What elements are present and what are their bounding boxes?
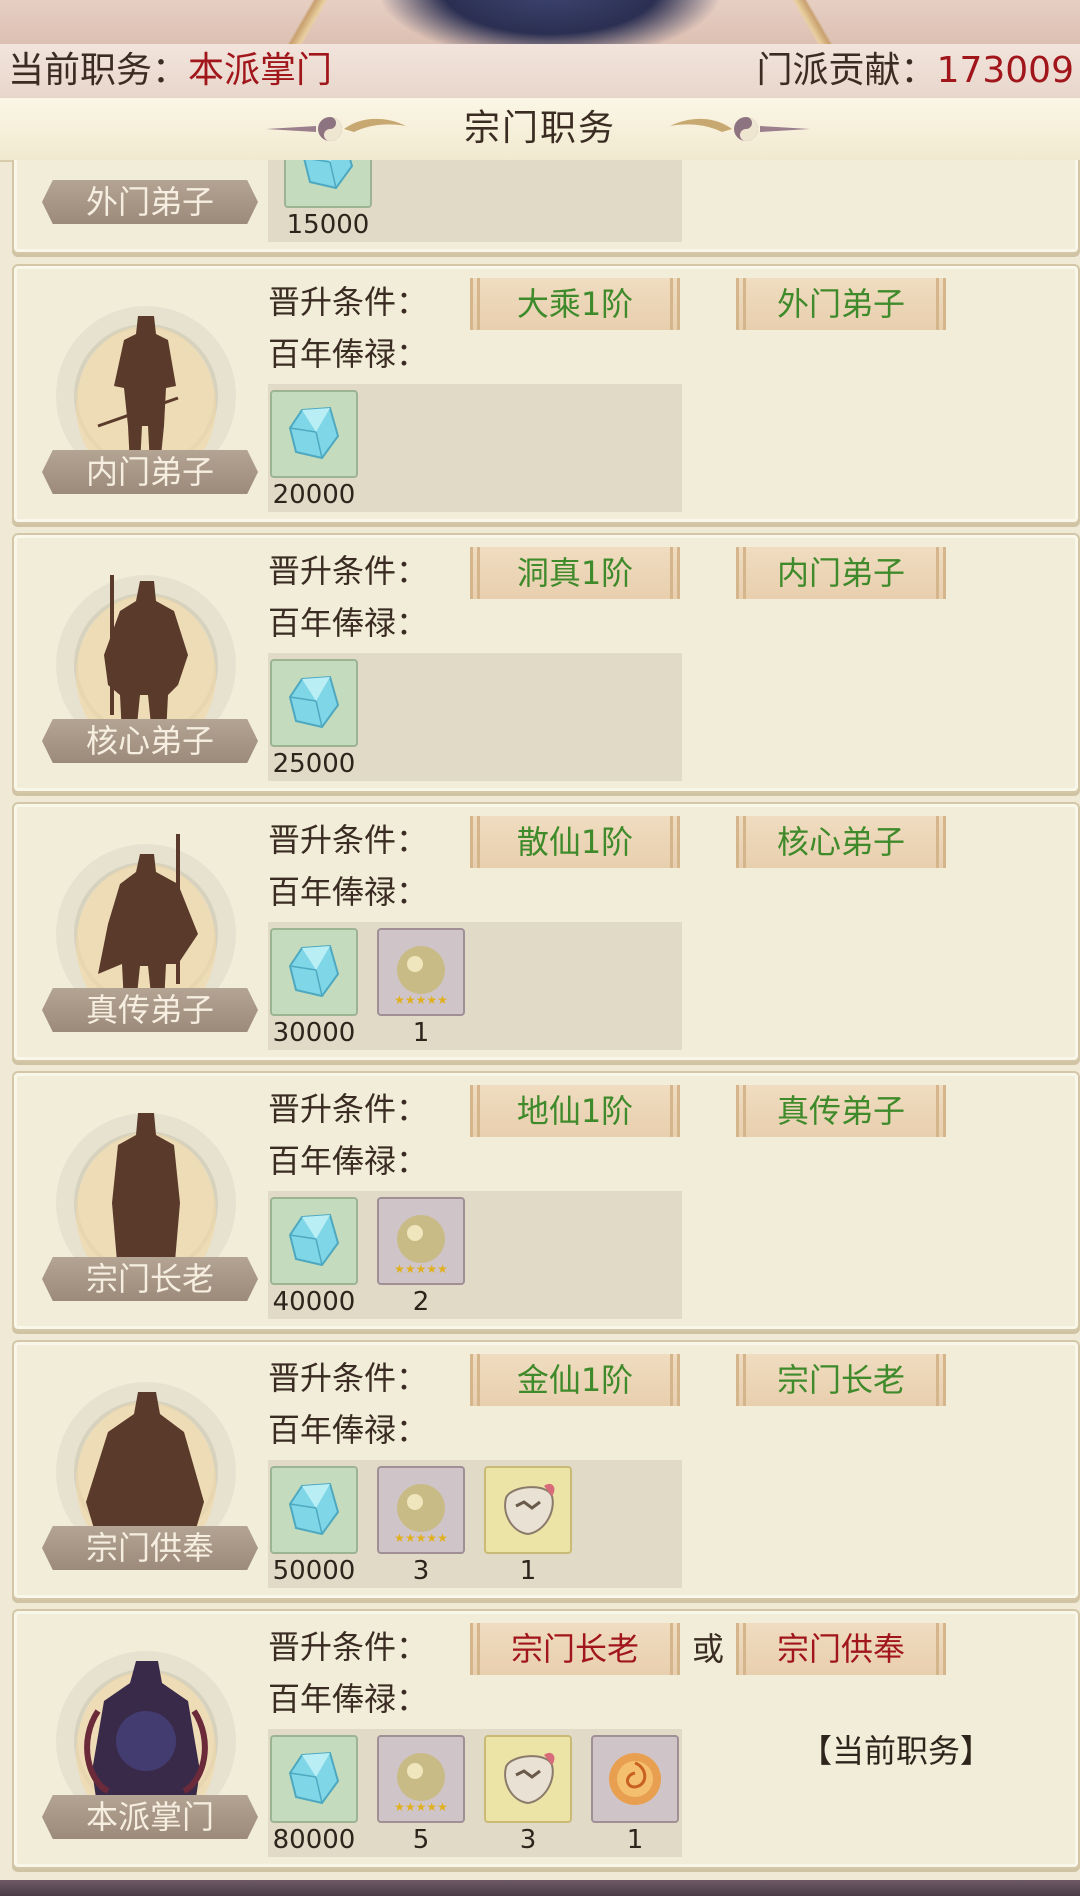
- reward-quantity: 40000: [272, 1287, 356, 1317]
- page-title: 宗门职务: [463, 108, 616, 149]
- scroll-decoration-right: [740, 0, 870, 46]
- contribution-label: 门派贡献：: [756, 50, 937, 91]
- reward-quantity: 50000: [272, 1556, 356, 1586]
- promotion-condition-label: 晋升条件：: [268, 1628, 429, 1666]
- blue-crystal-icon[interactable]: [284, 160, 372, 208]
- rank-name: 真传弟子: [85, 991, 214, 1029]
- star-orb-icon[interactable]: ★★★★★: [377, 928, 465, 1016]
- promotion-condition-label: 晋升条件：: [268, 1359, 429, 1397]
- current-position-label: 当前职务：: [8, 50, 189, 91]
- reward-area: 80000 ★★★★★ 5 3 1: [268, 1729, 682, 1857]
- rank-card-sect-master[interactable]: 本派掌门 晋升条件： 宗门长老 或 宗门供奉 百年俸禄： 80000 ★★★★★…: [12, 1609, 1080, 1869]
- rank-name: 内门弟子: [85, 453, 214, 491]
- rank-list[interactable]: 外门弟子 15000 内门弟子 晋升条件： 大乘1阶 外门弟子 百年俸禄： 20…: [0, 160, 1080, 1896]
- promotion-condition-label: 晋升条件：: [268, 283, 429, 321]
- blue-crystal-icon[interactable]: [270, 659, 358, 747]
- sect-contribution: 门派贡献：173009: [757, 44, 1074, 98]
- scroll-decoration-left: [250, 0, 380, 46]
- star-orb-icon[interactable]: ★★★★★: [377, 1197, 465, 1285]
- reward-quantity: 1: [626, 1825, 644, 1855]
- blue-crystal-icon[interactable]: [270, 1466, 358, 1554]
- rank-card-sect-patron[interactable]: 宗门供奉 晋升条件： 金仙1阶 宗门长老 百年俸禄： 50000 ★★★★★ 3…: [12, 1340, 1080, 1600]
- salary-label: 百年俸禄：: [268, 1411, 429, 1449]
- reward-area: 20000: [268, 384, 682, 512]
- salary-label: 百年俸禄：: [268, 335, 429, 373]
- rank-name: 宗门供奉: [85, 1529, 214, 1567]
- title-bar: 宗门职务: [0, 98, 1080, 162]
- salary-label: 百年俸禄：: [268, 1680, 429, 1718]
- star-orb-icon[interactable]: ★★★★★: [377, 1466, 465, 1554]
- reward-quantity: 15000: [286, 210, 370, 240]
- salary-label: 百年俸禄：: [268, 1142, 429, 1180]
- svg-text:★★★★★: ★★★★★: [394, 1262, 448, 1276]
- beast-badge-icon[interactable]: [484, 1735, 572, 1823]
- condition-rank-tag: 真传弟子: [736, 1085, 946, 1137]
- rank-card-inner-disciple[interactable]: 内门弟子 晋升条件： 大乘1阶 外门弟子 百年俸禄： 20000: [12, 264, 1080, 524]
- salary-label: 百年俸禄：: [268, 604, 429, 642]
- reward-quantity: 3: [519, 1825, 537, 1855]
- blue-crystal-icon[interactable]: [270, 1735, 358, 1823]
- header-artwork: [0, 0, 1080, 46]
- current-position-indicator: 【当前职务】: [800, 1732, 993, 1770]
- reward-quantity: 1: [519, 1556, 537, 1586]
- beast-badge-icon[interactable]: [484, 1466, 572, 1554]
- reward-quantity: 1: [412, 1018, 430, 1048]
- bottom-border: [0, 1880, 1080, 1896]
- reward-quantity: 30000: [272, 1018, 356, 1048]
- condition-realm-tag: 金仙1阶: [470, 1354, 680, 1406]
- blue-crystal-icon[interactable]: [270, 1197, 358, 1285]
- rank-card-sect-elder[interactable]: 宗门长老 晋升条件： 地仙1阶 真传弟子 百年俸禄： 40000 ★★★★★ 2: [12, 1071, 1080, 1331]
- promotion-condition-label: 晋升条件：: [268, 1090, 429, 1128]
- condition-rank-tag: 宗门长老: [736, 1354, 946, 1406]
- blue-crystal-icon[interactable]: [270, 928, 358, 1016]
- blue-crystal-icon[interactable]: [270, 390, 358, 478]
- reward-area: 30000 ★★★★★ 1: [268, 922, 682, 1050]
- reward-quantity: 80000: [272, 1825, 356, 1855]
- svg-text:★★★★★: ★★★★★: [394, 993, 448, 1007]
- info-bar: 当前职务：本派掌门 门派贡献：173009: [0, 44, 1080, 100]
- svg-text:★★★★★: ★★★★★: [394, 1800, 448, 1814]
- reward-area: 40000 ★★★★★ 2: [268, 1191, 682, 1319]
- rank-name: 外门弟子: [85, 183, 214, 221]
- reward-quantity: 2: [412, 1287, 430, 1317]
- condition-rank-tag: 核心弟子: [736, 816, 946, 868]
- condition-rank-tag: 宗门长老: [470, 1623, 680, 1675]
- star-orb-icon[interactable]: ★★★★★: [377, 1735, 465, 1823]
- flame-orb-icon[interactable]: [591, 1735, 679, 1823]
- reward-quantity: 3: [412, 1556, 430, 1586]
- condition-realm-tag: 大乘1阶: [470, 278, 680, 330]
- current-position: 当前职务：本派掌门: [8, 44, 332, 98]
- character-artwork: [380, 0, 720, 46]
- reward-quantity: 25000: [272, 749, 356, 779]
- yin-yang-ornament-right-icon: [670, 117, 810, 141]
- reward-area: 25000: [268, 653, 682, 781]
- rank-card-core-disciple[interactable]: 核心弟子 晋升条件： 洞真1阶 内门弟子 百年俸禄： 25000: [12, 533, 1080, 793]
- rank-card-true-disciple[interactable]: 真传弟子 晋升条件： 散仙1阶 核心弟子 百年俸禄： 30000 ★★★★★ 1: [12, 802, 1080, 1062]
- rank-name: 宗门长老: [85, 1260, 214, 1298]
- or-label: 或: [692, 1630, 725, 1668]
- condition-realm-tag: 洞真1阶: [470, 547, 680, 599]
- salary-label: 百年俸禄：: [268, 873, 429, 911]
- contribution-value: 173009: [936, 50, 1074, 91]
- condition-realm-tag: 散仙1阶: [470, 816, 680, 868]
- condition-rank-tag: 内门弟子: [736, 547, 946, 599]
- condition-realm-tag: 地仙1阶: [470, 1085, 680, 1137]
- condition-rank-tag: 宗门供奉: [736, 1623, 946, 1675]
- rank-card-outer-disciple[interactable]: 外门弟子 15000: [12, 160, 1080, 254]
- promotion-condition-label: 晋升条件：: [268, 552, 429, 590]
- condition-rank-tag: 外门弟子: [736, 278, 946, 330]
- reward-area: 50000 ★★★★★ 3 1: [268, 1460, 682, 1588]
- svg-text:★★★★★: ★★★★★: [394, 1531, 448, 1545]
- current-position-value: 本派掌门: [188, 50, 333, 91]
- reward-quantity: 5: [412, 1825, 430, 1855]
- reward-quantity: 20000: [272, 480, 356, 510]
- rank-name: 本派掌门: [85, 1798, 214, 1836]
- rank-name: 核心弟子: [85, 722, 214, 760]
- reward-area: 15000: [268, 160, 682, 242]
- promotion-condition-label: 晋升条件：: [268, 821, 429, 859]
